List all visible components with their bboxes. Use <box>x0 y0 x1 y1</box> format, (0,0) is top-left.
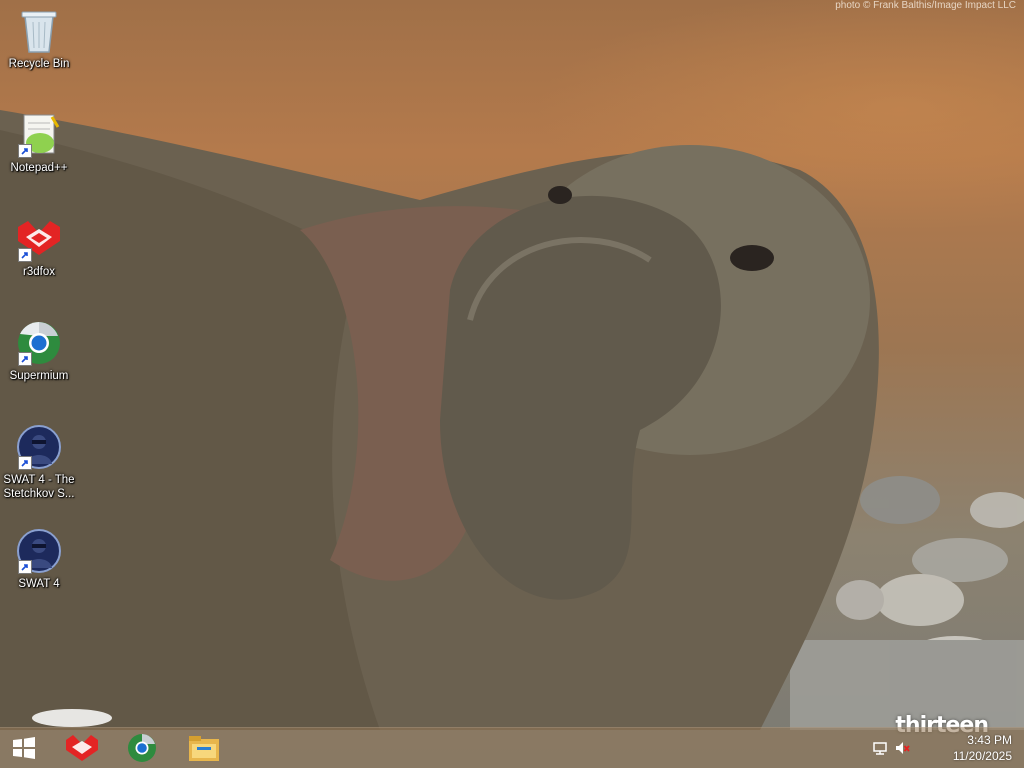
shortcut-arrow-icon <box>18 352 32 366</box>
volume-muted-icon <box>896 742 910 754</box>
desktop-icon-label: Supermium <box>9 370 69 382</box>
desktop-icon-label: SWAT 4 <box>18 578 60 590</box>
wallpaper-credit: photo © Frank Balthis/Image Impact LLC <box>835 0 1016 11</box>
clock-time: 3:43 PM <box>967 733 1012 747</box>
windows-start-icon <box>13 737 35 759</box>
desktop[interactable]: photo © Frank Balthis/Image Impact LLC R… <box>0 0 1024 768</box>
taskbar-pinned-r3dfox[interactable] <box>58 728 106 768</box>
network-icon <box>873 742 887 755</box>
file-explorer-icon <box>189 736 219 761</box>
taskbar-clock[interactable]: 3:43 PM 11/20/2025 <box>953 732 1012 764</box>
desktop-icon-swat4-stetchkov[interactable]: SWAT 4 - The Stetchkov S... <box>1 424 77 501</box>
desktop-icon-supermium[interactable]: Supermium <box>1 320 77 383</box>
desktop-icon-r3dfox[interactable]: r3dfox <box>1 216 77 279</box>
desktop-icon-label: Recycle Bin <box>8 58 70 70</box>
desktop-icon-label: r3dfox <box>23 266 55 278</box>
shortcut-arrow-icon <box>18 144 32 158</box>
start-button[interactable] <box>0 728 48 768</box>
taskbar-pinned-file-explorer[interactable] <box>180 728 228 768</box>
shortcut-arrow-icon <box>18 560 32 574</box>
supermium-icon <box>128 734 156 762</box>
recycle-bin-icon <box>21 11 57 53</box>
tray-volume[interactable] <box>894 740 910 756</box>
taskbar: 3:43 PM 11/20/2025 <box>0 727 1024 768</box>
desktop-icon-label: Notepad++ <box>10 162 68 174</box>
desktop-icon-recycle-bin[interactable]: Recycle Bin <box>1 8 77 71</box>
shortcut-arrow-icon <box>18 248 32 262</box>
r3dfox-icon <box>66 735 98 761</box>
desktop-icon-label: SWAT 4 - The Stetchkov S... <box>3 474 75 500</box>
tray-network[interactable] <box>872 740 888 756</box>
desktop-icon-swat4[interactable]: SWAT 4 <box>1 528 77 591</box>
desktop-icon-notepad-plus-plus[interactable]: Notepad++ <box>1 112 77 175</box>
system-tray: 3:43 PM 11/20/2025 <box>854 728 1024 768</box>
wallpaper-image <box>0 110 1024 730</box>
clock-date: 11/20/2025 <box>952 749 1012 763</box>
shortcut-arrow-icon <box>18 456 32 470</box>
taskbar-pinned-supermium[interactable] <box>118 728 166 768</box>
